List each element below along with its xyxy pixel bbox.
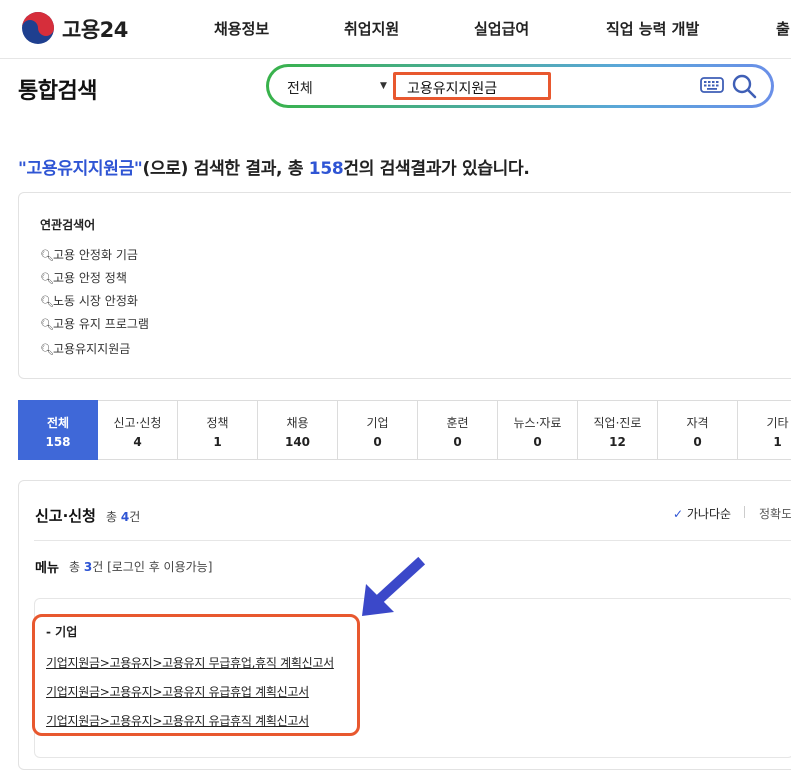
nav-vocational-training[interactable]: 직업 능력 개발 [606,18,699,39]
result-total: 158 [308,159,344,179]
tab-etc[interactable]: 기타 1 [738,400,791,460]
tab-career[interactable]: 직업·진로 12 [578,400,658,460]
related-keyword[interactable]: 🔍︎고용유지지원금 [40,340,130,357]
search-icon: 🔍︎ [40,343,54,356]
tab-policy[interactable]: 정책 1 [178,400,258,460]
keyboard-icon[interactable] [700,76,724,98]
result-text: (으로) 검색한 결과, 총 [142,159,309,179]
tab-training[interactable]: 훈련 0 [418,400,498,460]
pointer-arrow-icon [356,556,428,624]
logo-text: 고용24 [62,18,128,42]
related-keyword-label: 고용 안정 정책 [53,271,127,285]
search-input[interactable]: 고용유지지원금 [407,78,497,98]
dropdown-caret-icon[interactable]: ▼ [380,81,387,91]
tab-report-apply[interactable]: 신고·신청 4 [98,400,178,460]
menu-subtitle: 메뉴 [35,561,59,576]
nav-job-info[interactable]: 채용정보 [214,18,269,39]
sort-accuracy[interactable]: 정확도 [759,505,791,522]
related-keyword-label: 고용 안정화 기금 [53,248,138,262]
links-highlight-box [32,614,360,736]
related-keyword[interactable]: 🔍︎고용 유지 프로그램 [40,315,149,332]
related-keyword[interactable]: 🔍︎고용 안정화 기금 [40,246,138,263]
section-title: 신고·신청 [35,507,96,525]
search-icon: 🔍︎ [40,295,54,308]
tab-company[interactable]: 기업 0 [338,400,418,460]
result-summary: "고용유지지원금"(으로) 검색한 결과, 총 158건의 검색결과가 있습니다… [18,154,530,179]
result-text-end: 건의 검색결과가 있습니다. [343,159,530,179]
result-query: "고용유지지원금" [18,159,143,179]
search-scope-select[interactable]: 전체 [287,78,313,98]
related-keyword[interactable]: 🔍︎고용 안정 정책 [40,269,127,286]
related-keyword[interactable]: 🔍︎노동 시장 안정화 [40,292,138,309]
nav-more[interactable]: 출 [776,18,790,39]
tab-all[interactable]: 전체 158 [18,400,98,460]
related-keywords-panel [18,192,791,379]
section-divider [34,540,791,541]
related-keyword-label: 고용 유지 프로그램 [53,317,149,331]
related-keywords-title: 연관검색어 [40,218,96,232]
sort-alphabetical[interactable]: ✓ 가나다순 [673,505,731,522]
menu-count: 총 3건 [로그인 후 이용가능] [69,560,213,574]
check-icon: ✓ [673,507,684,521]
search-icon: 🔍︎ [40,272,54,285]
related-keyword-label: 노동 시장 안정화 [53,294,138,308]
nav-unemployment-benefit[interactable]: 실업급여 [474,18,529,39]
related-keyword-label: 고용유지지원금 [53,342,131,356]
page-title: 통합검색 [18,79,97,104]
tab-news[interactable]: 뉴스·자료 0 [498,400,578,460]
nav-employment-support[interactable]: 취업지원 [344,18,399,39]
search-icon: 🔍︎ [40,249,54,262]
search-icon: 🔍︎ [40,318,54,331]
section-count: 총 4건 [106,510,141,524]
tab-certificate[interactable]: 자격 0 [658,400,738,460]
search-icon[interactable] [731,73,757,103]
sort-divider [744,506,745,518]
taegeuk-logo-icon [22,12,54,44]
tab-recruit[interactable]: 채용 140 [258,400,338,460]
